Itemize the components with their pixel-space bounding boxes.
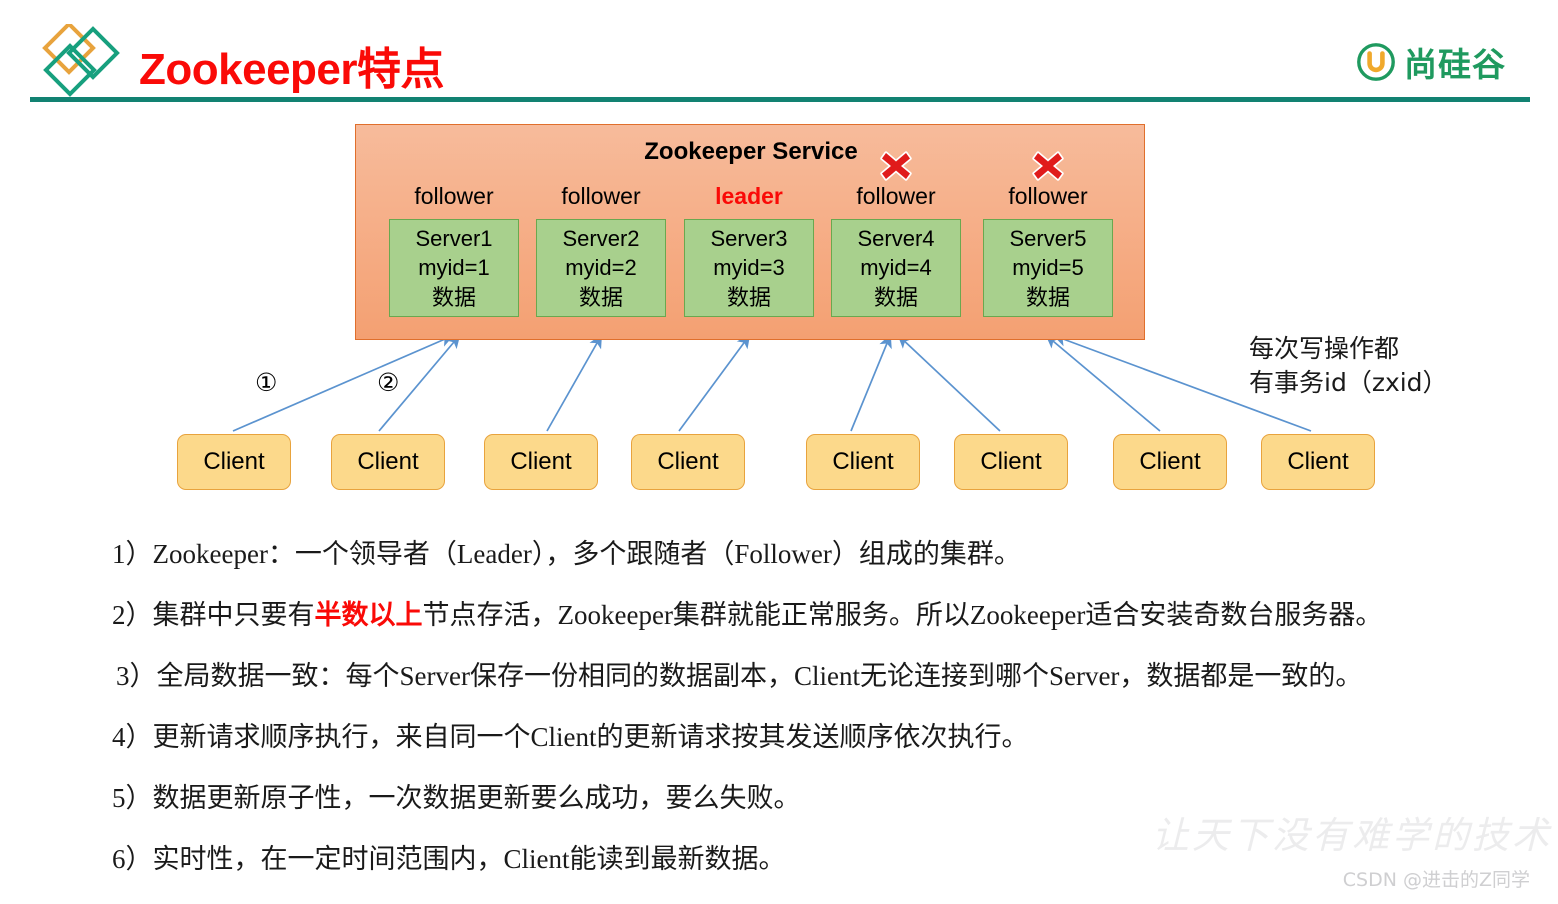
server-data-3: 数据 (726, 284, 771, 310)
server-name-2: Server2 (562, 225, 640, 251)
client-box-1[interactable]: Client (177, 434, 291, 490)
server-box-1: Server1 myid=1 数据 (389, 219, 519, 317)
server-data-5: 数据 (1025, 284, 1070, 310)
client-box-5[interactable]: Client (806, 434, 920, 490)
server-myid-4: myid=4 (860, 255, 932, 281)
feature-index-5: 5） (112, 783, 153, 813)
server-data-4: 数据 (873, 284, 918, 310)
node-column-4: follower Server4 myid=4 数据 (831, 151, 961, 317)
node-role-1: follower (414, 183, 494, 209)
feature-index-3: 3） (116, 661, 157, 691)
client-box-8[interactable]: Client (1261, 434, 1375, 490)
server-box-5: Server5 myid=5 数据 (983, 219, 1113, 317)
client-box-6[interactable]: Client (954, 434, 1068, 490)
zookeeper-service-title: Zookeeper Service (644, 138, 858, 165)
brand-logo: 尚硅谷 (1357, 38, 1506, 86)
feature-item-2: 2）集群中只要有半数以上节点存活，Zookeeper集群就能正常服务。所以Zoo… (112, 593, 1382, 632)
server-box-2: Server2 myid=2 数据 (536, 219, 666, 317)
node-column-1: follower Server1 myid=1 数据 (389, 181, 519, 317)
header-divider (30, 97, 1530, 102)
server-name-5: Server5 (1009, 225, 1087, 251)
feature-item-4: 4）更新请求顺序执行，来自同一个Client的更新请求按其发送顺序依次执行。 (112, 715, 1029, 754)
feature-highlight-2: 半数以上 (314, 600, 423, 630)
feature-item-5: 5）数据更新原子性，一次数据更新要么成功，要么失败。 (112, 776, 801, 815)
client-box-4[interactable]: Client (631, 434, 745, 490)
server-box-3: Server3 myid=3 数据 (684, 219, 814, 317)
feature-text-5: 数据更新原子性，一次数据更新要么成功，要么失败。 (152, 783, 801, 813)
step-label-1: ① (255, 369, 278, 397)
feature-item-3: 3）全局数据一致：每个Server保存一份相同的数据副本，Client无论连接到… (116, 654, 1362, 693)
feature-index-2: 2） (112, 600, 153, 630)
page-title: Zookeeper特点 (139, 45, 445, 94)
feature-text-4: 更新请求顺序执行，来自同一个Client的更新请求按其发送顺序依次执行。 (152, 722, 1029, 752)
feature-index-4: 4） (112, 722, 153, 752)
zookeeper-architecture-diagram: Zookeeper Service follower Server1 myid=… (0, 104, 1558, 524)
page-header: Zookeeper特点 尚硅谷 (0, 0, 1558, 104)
client-box-2[interactable]: Client (331, 434, 445, 490)
brand-name: 尚硅谷 (1404, 45, 1506, 84)
node-role-5: follower (1008, 183, 1088, 209)
server-myid-3: myid=3 (713, 255, 785, 281)
atguigu-u-icon (1357, 43, 1395, 81)
zookeeper-service-box: Zookeeper Service follower Server1 myid=… (355, 124, 1145, 340)
feature-text-1: Zookeeper：一个领导者（Leader），多个跟随者（Follower）组… (152, 539, 1021, 569)
feature-text-2-before: 集群中只要有 (152, 600, 315, 630)
feature-text-2-after: 节点存活，Zookeeper集群就能正常服务。所以Zookeeper适合安装奇数… (422, 600, 1383, 630)
node-dead-x-icon-5 (1031, 149, 1065, 183)
server-data-2: 数据 (578, 284, 623, 310)
node-role-3: leader (715, 183, 783, 209)
server-box-4: Server4 myid=4 数据 (831, 219, 961, 317)
feature-item-6: 6）实时性，在一定时间范围内，Client能读到最新数据。 (112, 837, 786, 876)
node-role-2: follower (561, 183, 641, 209)
server-myid-2: myid=2 (565, 255, 637, 281)
node-column-5: follower Server5 myid=5 数据 (983, 151, 1113, 317)
zxid-note: 每次写操作都 有事务id（zxid） (1249, 332, 1448, 400)
node-column-2: follower Server2 myid=2 数据 (536, 181, 666, 317)
slide-watermark: 让天下没有难学的技术 (1152, 816, 1552, 857)
feature-index-1: 1） (112, 539, 153, 569)
zxid-note-line-1: 每次写操作都 (1249, 334, 1400, 363)
server-name-3: Server3 (710, 225, 788, 251)
node-dead-x-icon-4 (879, 149, 913, 183)
client-box-7[interactable]: Client (1113, 434, 1227, 490)
server-data-1: 数据 (431, 284, 476, 310)
feature-text-3: 全局数据一致：每个Server保存一份相同的数据副本，Client无论连接到哪个… (156, 661, 1363, 691)
server-name-1: Server1 (415, 225, 493, 251)
feature-index-6: 6） (112, 844, 153, 874)
client-box-3[interactable]: Client (484, 434, 598, 490)
diamonds-logo-icon (30, 21, 126, 100)
csdn-credit: CSDN @进击的Z同学 (1342, 869, 1530, 891)
step-label-2: ② (377, 369, 400, 397)
zxid-note-line-2: 有事务id（zxid） (1249, 368, 1448, 397)
feature-item-1: 1）Zookeeper：一个领导者（Leader），多个跟随者（Follower… (112, 532, 1021, 571)
server-myid-5: myid=5 (1012, 255, 1084, 281)
server-name-4: Server4 (857, 225, 935, 251)
feature-text-6: 实时性，在一定时间范围内，Client能读到最新数据。 (152, 844, 786, 874)
server-myid-1: myid=1 (418, 255, 490, 281)
node-column-3: leader Server3 myid=3 数据 (684, 181, 814, 317)
node-role-4: follower (856, 183, 936, 209)
